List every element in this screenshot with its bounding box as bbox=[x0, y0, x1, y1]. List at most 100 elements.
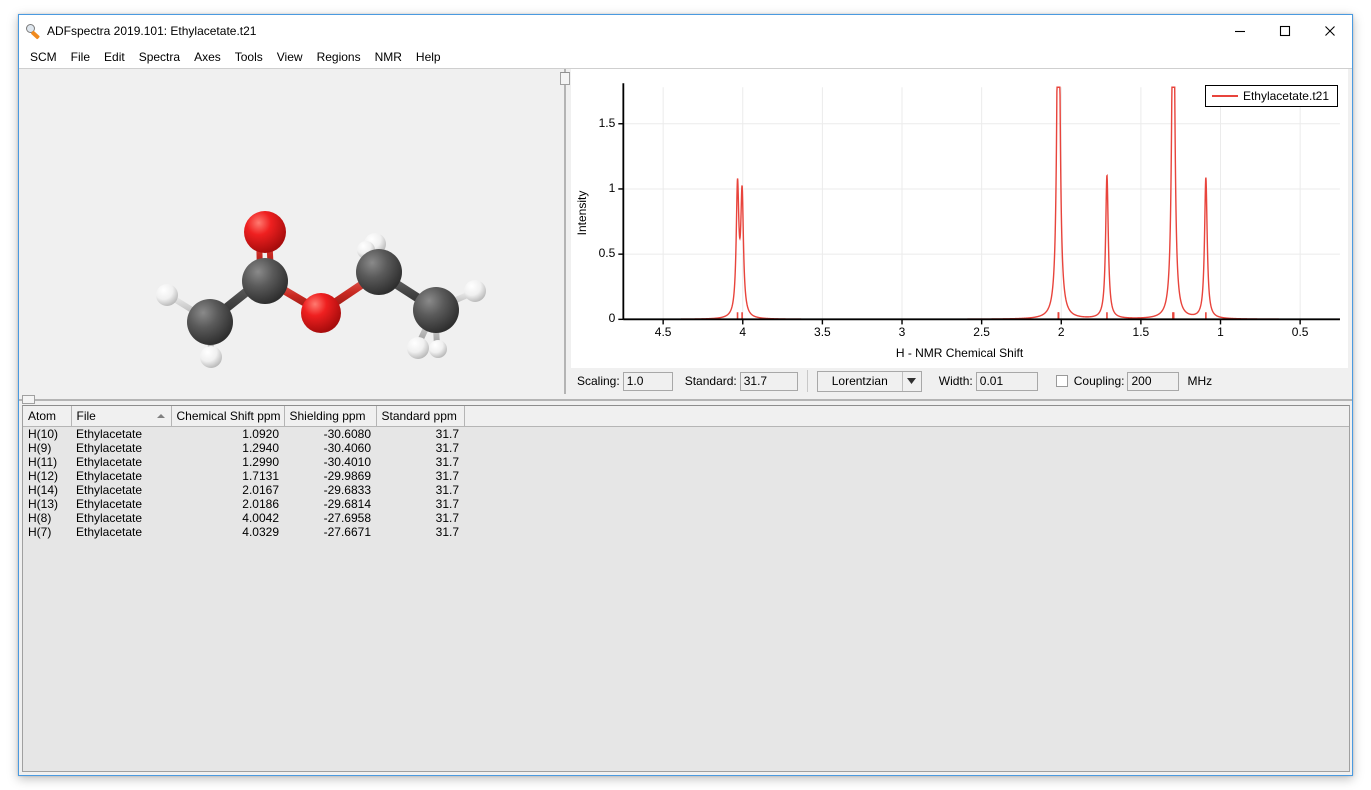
cell-shielding: -30.4010 bbox=[323, 454, 371, 469]
cell-atom: H(8) bbox=[28, 510, 52, 525]
minimize-button[interactable] bbox=[1217, 15, 1262, 47]
menu-item-scm[interactable]: SCM bbox=[23, 48, 64, 67]
cell-standard: 31.7 bbox=[435, 468, 459, 483]
column-label: File bbox=[76, 408, 96, 423]
coupling-input[interactable]: 200 bbox=[1127, 371, 1180, 391]
control-separator bbox=[806, 370, 808, 392]
cell-spacer bbox=[464, 469, 1349, 483]
cell-atom: H(7) bbox=[28, 524, 52, 539]
column-label: Atom bbox=[28, 408, 57, 423]
cell-spacer bbox=[464, 426, 1349, 441]
cell-chemical-shift: 2.0167 bbox=[242, 482, 279, 497]
atom-hydrogen bbox=[407, 337, 429, 359]
window-title: ADFspectra 2019.101: Ethylacetate.t21 bbox=[47, 24, 257, 38]
table-row[interactable]: H(7) Ethylacetate 4.0329 -27.6671 31.7 bbox=[23, 525, 1349, 539]
cell-file: Ethylacetate bbox=[76, 482, 143, 497]
cell-spacer bbox=[464, 455, 1349, 469]
column-header-atom[interactable]: Atom bbox=[23, 406, 72, 427]
cell-file: Ethylacetate bbox=[76, 524, 143, 539]
menu-item-tools[interactable]: Tools bbox=[228, 48, 270, 67]
vertical-splitter[interactable] bbox=[559, 69, 571, 394]
cell-atom: H(10) bbox=[28, 426, 59, 441]
cell-atom: H(9) bbox=[28, 440, 52, 455]
menu-item-help[interactable]: Help bbox=[409, 48, 448, 67]
table-header-row: Atom File Chemical Shift ppm Shielding p… bbox=[23, 406, 1349, 427]
cell-chemical-shift: 1.7131 bbox=[242, 468, 279, 483]
coupling-unit-label: MHz bbox=[1187, 374, 1213, 388]
legend-label: Ethylacetate.t21 bbox=[1242, 89, 1329, 103]
cell-file: Ethylacetate bbox=[76, 426, 143, 441]
cell-standard: 31.7 bbox=[435, 496, 459, 511]
table-row[interactable]: H(11) Ethylacetate 1.2990 -30.4010 31.7 bbox=[23, 455, 1349, 469]
table-row[interactable]: H(8) Ethylacetate 4.0042 -27.6958 31.7 bbox=[23, 511, 1349, 525]
cell-standard: 31.7 bbox=[435, 510, 459, 525]
splitter-grip-horizontal[interactable] bbox=[22, 395, 35, 404]
spectrum-plot[interactable]: 0 0.5 1 1.5 4.5 4 3.5 3 2.5 2 1.5 1 0.5 H - NMR Chemi… bbox=[571, 69, 1348, 368]
atom-hydrogen bbox=[429, 340, 447, 358]
cell-standard: 31.7 bbox=[435, 426, 459, 441]
column-label: Shielding ppm bbox=[289, 408, 366, 423]
column-header-chemical-shift[interactable]: Chemical Shift ppm bbox=[171, 406, 285, 427]
results-table[interactable]: Atom File Chemical Shift ppm Shielding p… bbox=[22, 405, 1350, 772]
cell-shielding: -29.6814 bbox=[323, 496, 371, 511]
table-row[interactable]: H(12) Ethylacetate 1.7131 -29.9869 31.7 bbox=[23, 469, 1349, 483]
column-header-spacer bbox=[464, 406, 1349, 427]
atom-carbon bbox=[413, 287, 459, 333]
chevron-down-icon[interactable] bbox=[901, 371, 921, 391]
cell-atom: H(11) bbox=[28, 454, 58, 469]
menu-item-edit[interactable]: Edit bbox=[97, 48, 132, 67]
cell-chemical-shift: 4.0329 bbox=[242, 524, 279, 539]
menu-item-view[interactable]: View bbox=[270, 48, 310, 67]
molecule-viewer[interactable] bbox=[19, 69, 559, 394]
table-body: H(10) Ethylacetate 1.0920 -30.6080 31.7 H(9) E… bbox=[23, 426, 1349, 539]
table-row[interactable]: H(9) Ethylacetate 1.2940 -30.4060 31.7 bbox=[23, 441, 1349, 455]
chart-legend[interactable]: Ethylacetate.t21 bbox=[1204, 85, 1338, 107]
cell-chemical-shift: 4.0042 bbox=[242, 510, 279, 525]
menu-item-file[interactable]: File bbox=[64, 48, 97, 67]
cell-spacer bbox=[464, 441, 1349, 455]
menu-item-regions[interactable]: Regions bbox=[310, 48, 368, 67]
coupling-label: Coupling: bbox=[1073, 374, 1125, 388]
cell-chemical-shift: 2.0186 bbox=[242, 496, 279, 511]
menu-bar: SCM File Edit Spectra Axes Tools View Re… bbox=[19, 47, 1352, 68]
table-row[interactable]: H(10) Ethylacetate 1.0920 -30.6080 31.7 bbox=[23, 426, 1349, 441]
cell-chemical-shift: 1.2990 bbox=[242, 454, 279, 469]
table-row[interactable]: H(13) Ethylacetate 2.0186 -29.6814 31.7 bbox=[23, 497, 1349, 511]
maximize-button[interactable] bbox=[1262, 15, 1307, 47]
lineshape-combobox[interactable]: Lorentzian bbox=[816, 370, 922, 392]
standard-input[interactable]: 31.7 bbox=[739, 371, 798, 391]
coupling-checkbox[interactable] bbox=[1055, 375, 1068, 387]
standard-label: Standard: bbox=[684, 374, 737, 388]
cell-standard: 31.7 bbox=[435, 440, 459, 455]
horizontal-splitter[interactable] bbox=[19, 394, 1352, 405]
width-input[interactable]: 0.01 bbox=[975, 371, 1038, 391]
cell-spacer bbox=[464, 497, 1349, 511]
title-bar: ADFspectra 2019.101: Ethylacetate.t21 bbox=[19, 15, 1352, 47]
menu-item-nmr[interactable]: NMR bbox=[368, 48, 409, 67]
cell-atom: H(12) bbox=[28, 468, 59, 483]
application-window: ADFspectra 2019.101: Ethylacetate.t21 SC… bbox=[18, 14, 1353, 776]
menu-item-axes[interactable]: Axes bbox=[187, 48, 228, 67]
cell-shielding: -27.6671 bbox=[323, 524, 371, 539]
atom-hydrogen bbox=[156, 284, 178, 306]
atom-carbon bbox=[242, 258, 288, 304]
cell-file: Ethylacetate bbox=[76, 510, 143, 525]
magnifier-icon bbox=[25, 23, 41, 40]
cell-chemical-shift: 1.0920 bbox=[242, 426, 279, 441]
column-header-shielding[interactable]: Shielding ppm bbox=[284, 406, 377, 427]
column-label: Chemical Shift ppm bbox=[176, 408, 281, 423]
atom-oxygen bbox=[244, 211, 286, 253]
scaling-input[interactable]: 1.0 bbox=[622, 371, 673, 391]
cell-shielding: -30.4060 bbox=[323, 440, 371, 455]
menu-item-spectra[interactable]: Spectra bbox=[132, 48, 187, 67]
table-row[interactable]: H(14) Ethylacetate 2.0167 -29.6833 31.7 bbox=[23, 483, 1349, 497]
close-button[interactable] bbox=[1307, 15, 1352, 47]
atom-hydrogen bbox=[200, 346, 222, 368]
legend-color-swatch bbox=[1211, 95, 1238, 97]
cell-spacer bbox=[464, 511, 1349, 525]
spectrum-canvas[interactable] bbox=[571, 69, 1348, 368]
column-header-standard[interactable]: Standard ppm bbox=[376, 406, 465, 427]
cell-file: Ethylacetate bbox=[76, 440, 143, 455]
splitter-grip[interactable] bbox=[560, 72, 570, 85]
column-header-file[interactable]: File bbox=[71, 406, 172, 427]
